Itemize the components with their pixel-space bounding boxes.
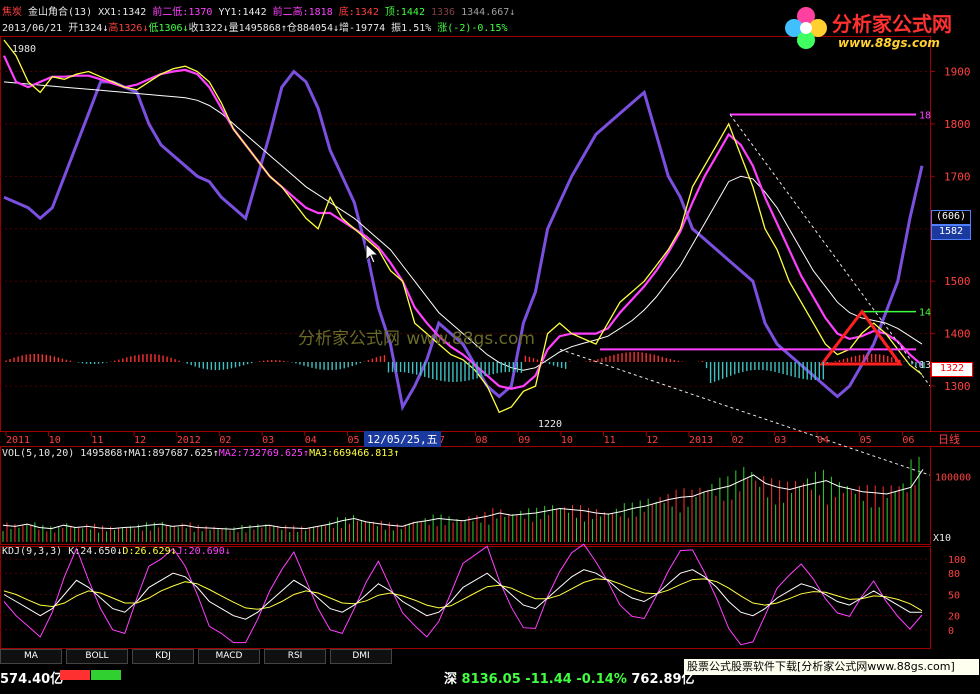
turnover-left: 574.40亿 — [0, 672, 64, 687]
date-tick-label: 10 — [49, 435, 61, 446]
ann-low-1220: 1220 — [538, 419, 562, 430]
kdj-tick-label: 20 — [948, 612, 960, 623]
chart-header-line1: 焦炭 金山角合(13) XX1:1342 前二低:1370 YY1:1442 前… — [2, 3, 515, 18]
header1-item-8: 1336 — [431, 7, 462, 18]
price-tick-label: 1700 — [944, 170, 971, 183]
date-tick-label: 05 — [860, 435, 872, 446]
ad-banner[interactable]: 股票公式股票软件下载[分析家公式网www.88gs.com] — [684, 659, 979, 675]
watermark: 分析家公式网 www.88gs.com — [298, 329, 535, 349]
price-tick-label: 1400 — [944, 328, 971, 341]
date-tick-label: 02 — [219, 435, 231, 446]
date-tick-label: 12 — [134, 435, 146, 446]
tab-macd[interactable]: MACD — [198, 649, 260, 664]
price-panel: 1980 1220 18 14 13 — [0, 39, 931, 476]
period-label[interactable]: 日线 — [938, 431, 960, 447]
header2-item-8: 振1.51% — [391, 23, 438, 34]
vol-unit-label: X10 — [933, 533, 951, 544]
indicator-tabs: MA BOLL KDJ MACD RSI DMI — [0, 649, 680, 664]
ann-1818: 18 — [919, 110, 931, 121]
price-tick-label: 1800 — [944, 118, 971, 131]
tab-boll[interactable]: BOLL — [66, 649, 128, 664]
header2-item-6: 仓884054↓ — [286, 23, 339, 34]
tab-kdj[interactable]: KDJ — [132, 649, 194, 664]
volume-panel — [2, 456, 924, 542]
header2-item-4: 收1322↓ — [188, 23, 229, 34]
kdj-header: KDJ(9,3,3) K:24.650↓D:26.629↓J:20.690↓ — [2, 546, 231, 557]
kdj-tick-label: 80 — [948, 569, 960, 580]
header1-item-0: 焦炭 — [2, 7, 22, 18]
header1-item-7: 顶:1442 — [384, 7, 431, 18]
ann-1442: 14 — [919, 308, 931, 319]
kdj-header-item-1: K:24.650↓ — [68, 546, 123, 557]
header1-item-5: 前二高:1818 — [272, 7, 339, 18]
vol-tick-label: 100000 — [935, 472, 971, 483]
vol-header-item-2: MA2:732769.625↑ — [218, 448, 310, 459]
price-tag-bottom: 1582 — [931, 225, 971, 240]
price-series-0 — [3, 39, 923, 414]
logo-title: 分析家公式网 — [832, 12, 952, 36]
date-tick-label: 02 — [732, 435, 744, 446]
price-tag-top: (606) — [931, 210, 971, 225]
ann-high-1980: 1980 — [12, 44, 36, 55]
site-logo: 分析家公式网 www.88gs.com — [780, 2, 976, 52]
date-tick-label: 11 — [91, 435, 103, 446]
trend-line-down — [559, 348, 931, 476]
vol-header-item-3: MA3:669466.813↑ — [309, 448, 400, 459]
date-tick-label: 2013 — [689, 435, 713, 446]
kdj-panel — [0, 543, 930, 646]
header2-item-5: 量1495868↑ — [228, 23, 287, 34]
header1-item-3: 前二低:1370 — [152, 7, 219, 18]
header1-item-6: 底:1342 — [338, 7, 385, 18]
header2-item-7: 增-19774 — [339, 23, 392, 34]
date-tick-label: 09 — [518, 435, 530, 446]
header1-item-4: YY1:1442 — [218, 7, 273, 18]
date-tick-label: 05 — [347, 435, 359, 446]
price-tick-label: 1900 — [944, 65, 971, 78]
date-tick-label: 10 — [561, 435, 573, 446]
tab-ma[interactable]: MA — [0, 649, 62, 664]
tab-rsi[interactable]: RSI — [264, 649, 326, 664]
vol-header-item-0: VOL(5,10,20) 1495868↑ — [2, 448, 129, 459]
kdj-tick-label: 0 — [948, 626, 954, 637]
vol-header-item-1: MA1:897687.625↑ — [128, 448, 219, 459]
shenzhen-index: 深 8136.05 -11.44 -0.14% 762.89亿 — [444, 672, 695, 687]
date-tick-label: 2011 — [6, 435, 30, 446]
date-tick-label: 03 — [774, 435, 786, 446]
date-tick-label: 12 — [646, 435, 658, 446]
vol-ma1 — [2, 469, 924, 530]
price-tick-label: 1500 — [944, 275, 971, 288]
header1-item-9: 1344.667↓ — [461, 7, 516, 18]
header2-item-1: 开1324↓ — [68, 23, 109, 34]
market-bar-icon — [60, 670, 121, 680]
date-tick-label: 04 — [305, 435, 317, 446]
kdj-header-item-0: KDJ(9,3,3) — [2, 546, 69, 557]
header1-item-1: 金山角合(13) — [22, 7, 99, 18]
ann-1342: 13 — [919, 360, 931, 371]
kdj-tick-label: 50 — [948, 590, 960, 601]
kdj-tick-label: 100 — [948, 555, 966, 566]
kdj-header-item-3: J:20.690↓ — [176, 546, 231, 557]
volume-header: VOL(5,10,20) 1495868↑MA1:897687.625↑MA2:… — [2, 448, 399, 459]
chart-header-line2: 2013/06/21 开1324↓高1326↓低1306↓收1322↓量1495… — [2, 19, 508, 34]
volume-frame — [0, 446, 931, 545]
header2-item-3: 低1306↓ — [148, 23, 189, 34]
date-tick-label: 04 — [817, 435, 829, 446]
header2-item-0: 2013/06/21 — [2, 23, 69, 34]
date-tick-label: 03 — [262, 435, 274, 446]
date-tick-label: 2012 — [177, 435, 201, 446]
kdj-header-item-2: D:26.629↓ — [122, 546, 177, 557]
date-cursor-label: 12/05/25,五 — [364, 431, 441, 447]
date-tick-label: 08 — [476, 435, 488, 446]
tab-dmi[interactable]: DMI — [330, 649, 392, 664]
header2-item-2: 高1326↓ — [108, 23, 149, 34]
price-tick-label: 1300 — [944, 380, 971, 393]
header2-item-9: 涨(-2)-0.15% — [437, 23, 508, 34]
header1-item-2: XX1:1342 — [98, 7, 153, 18]
date-tick-label: 06 — [902, 435, 914, 446]
date-tick-label: 11 — [604, 435, 616, 446]
current-price-tag: 1322 — [931, 362, 973, 377]
flower-logo-icon — [785, 7, 827, 49]
logo-url: www.88gs.com — [838, 36, 940, 50]
